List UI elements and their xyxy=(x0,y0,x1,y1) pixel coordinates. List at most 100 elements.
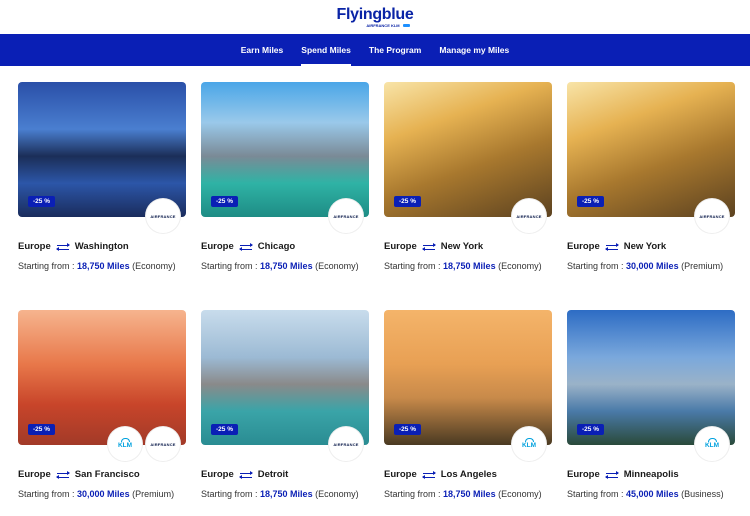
airfrance-logo-icon: AIRFRANCE xyxy=(329,427,363,461)
route-line[interactable]: Europe Los Angeles xyxy=(384,469,497,480)
nav-item-earn-miles[interactable]: Earn Miles xyxy=(232,34,293,66)
airfrance-logo-icon: AIRFRANCE xyxy=(695,199,729,233)
price-prefix: Starting from : xyxy=(18,261,78,271)
swap-arrows-icon xyxy=(604,243,619,251)
swap-arrows-icon xyxy=(55,471,70,479)
cabin-class: (Economy) xyxy=(498,261,542,271)
logo-text: Flyingblue xyxy=(336,5,414,23)
price-line: Starting from : 18,750 Miles (Economy) xyxy=(384,489,542,499)
origin-label: Europe xyxy=(201,241,234,252)
offer-card[interactable]: -25 % AIRFRANCE Europe New York Starting fro… xyxy=(384,82,552,271)
price-line: Starting from : 30,000 Miles (Premium) xyxy=(567,261,723,271)
miles-amount: 18,750 Miles xyxy=(260,489,313,499)
price-line: Starting from : 18,750 Miles (Economy) xyxy=(18,261,176,271)
airfrance-logo-text: AIRFRANCE xyxy=(333,441,359,447)
origin-label: Europe xyxy=(567,469,600,480)
route-line[interactable]: Europe New York xyxy=(567,241,666,252)
price-prefix: Starting from : xyxy=(567,489,627,499)
route-line[interactable]: Europe Minneapolis xyxy=(567,469,679,480)
offer-card[interactable]: -25 % AIRFRANCE Europe Washington Starting f… xyxy=(18,82,186,271)
nav-item-spend-miles[interactable]: Spend Miles xyxy=(292,34,360,66)
price-line: Starting from : 18,750 Miles (Economy) xyxy=(201,489,359,499)
cabin-class: (Economy) xyxy=(498,489,542,499)
offer-card[interactable]: -25 % KLM AIRFRANCE Europe San Francisco Star… xyxy=(18,310,186,499)
miles-amount: 18,750 Miles xyxy=(77,261,130,271)
cabin-class: (Economy) xyxy=(315,489,359,499)
swap-arrows-icon xyxy=(238,243,253,251)
origin-label: Europe xyxy=(384,469,417,480)
discount-badge: -25 % xyxy=(28,424,55,435)
offer-card[interactable]: -25 % AIRFRANCE Europe Chicago Starting from… xyxy=(201,82,369,271)
klm-logo-icon: KLM xyxy=(108,427,142,461)
route-line[interactable]: Europe New York xyxy=(384,241,483,252)
discount-badge: -25 % xyxy=(577,424,604,435)
miles-amount: 30,000 Miles xyxy=(77,489,130,499)
price-prefix: Starting from : xyxy=(384,489,444,499)
klm-logo: KLM xyxy=(118,438,132,450)
airfrance-logo-text: AIRFRANCE xyxy=(333,213,359,219)
route-line[interactable]: Europe Detroit xyxy=(201,469,288,480)
klm-logo-icon: KLM xyxy=(695,427,729,461)
price-line: Starting from : 18,750 Miles (Economy) xyxy=(201,261,359,271)
airfrance-logo-icon: AIRFRANCE xyxy=(146,199,180,233)
airfrance-logo-icon: AIRFRANCE xyxy=(329,199,363,233)
klm-logo-text: KLM xyxy=(704,442,720,450)
top-header: Flyingblue AIRFRANCE KLM xyxy=(0,0,750,34)
discount-badge: -25 % xyxy=(394,196,421,207)
offer-card[interactable]: -25 % AIRFRANCE Europe Detroit Starting from… xyxy=(201,310,369,499)
swap-arrows-icon xyxy=(238,471,253,479)
price-prefix: Starting from : xyxy=(201,489,261,499)
discount-badge: -25 % xyxy=(28,196,55,207)
route-line[interactable]: Europe Washington xyxy=(18,241,129,252)
miles-amount: 18,750 Miles xyxy=(443,489,496,499)
price-prefix: Starting from : xyxy=(201,261,261,271)
origin-label: Europe xyxy=(567,241,600,252)
main-nav: Earn Miles Spend Miles The Program Manag… xyxy=(0,34,750,66)
swap-arrows-icon xyxy=(421,471,436,479)
cabin-class: (Economy) xyxy=(315,261,359,271)
miles-amount: 18,750 Miles xyxy=(260,261,313,271)
flyingblue-logo[interactable]: Flyingblue AIRFRANCE KLM xyxy=(336,5,414,28)
price-line: Starting from : 45,000 Miles (Business) xyxy=(567,489,724,499)
discount-badge: -25 % xyxy=(394,424,421,435)
price-line: Starting from : 18,750 Miles (Economy) xyxy=(384,261,542,271)
destination-label: Los Angeles xyxy=(440,469,497,480)
discount-badge: -25 % xyxy=(211,424,238,435)
cabin-class: (Economy) xyxy=(132,261,176,271)
offer-card[interactable]: -25 % AIRFRANCE Europe New York Starting fro… xyxy=(567,82,735,271)
route-line[interactable]: Europe San Francisco xyxy=(18,469,140,480)
klm-logo: KLM xyxy=(522,438,536,450)
offer-card[interactable]: -25 % KLM Europe Los Angeles Starting from :… xyxy=(384,310,552,499)
logo-sub-text: AIRFRANCE KLM xyxy=(366,22,400,28)
discount-badge: -25 % xyxy=(211,196,238,207)
route-line[interactable]: Europe Chicago xyxy=(201,241,295,252)
destination-label: Washington xyxy=(74,241,129,252)
destination-label: Minneapolis xyxy=(623,469,679,480)
origin-label: Europe xyxy=(384,241,417,252)
price-prefix: Starting from : xyxy=(384,261,444,271)
airfrance-logo-text: AIRFRANCE xyxy=(150,213,176,219)
swap-arrows-icon xyxy=(421,243,436,251)
airfrance-logo-text: AIRFRANCE xyxy=(699,213,725,219)
cabin-class: (Business) xyxy=(681,489,724,499)
origin-label: Europe xyxy=(18,469,51,480)
airfrance-logo-icon: AIRFRANCE xyxy=(146,427,180,461)
klm-logo-text: KLM xyxy=(117,442,133,450)
klm-logo-text: KLM xyxy=(521,442,537,450)
cabin-class: (Premium) xyxy=(132,489,175,499)
swap-arrows-icon xyxy=(604,471,619,479)
destination-label: New York xyxy=(440,241,484,252)
nav-item-the-program[interactable]: The Program xyxy=(360,34,430,66)
airfrance-logo-text: AIRFRANCE xyxy=(150,441,176,447)
swap-arrows-icon xyxy=(55,243,70,251)
klm-logo-icon: KLM xyxy=(512,427,546,461)
klm-logo: KLM xyxy=(705,438,719,450)
airfrance-logo-text: AIRFRANCE xyxy=(516,213,542,219)
nav-item-manage-my-miles[interactable]: Manage my Miles xyxy=(430,34,518,66)
miles-amount: 45,000 Miles xyxy=(626,489,679,499)
airfrance-logo-icon: AIRFRANCE xyxy=(512,199,546,233)
offer-card[interactable]: -25 % KLM Europe Minneapolis Starting from :… xyxy=(567,310,735,499)
discount-badge: -25 % xyxy=(577,196,604,207)
destination-label: San Francisco xyxy=(74,469,140,480)
price-prefix: Starting from : xyxy=(18,489,78,499)
